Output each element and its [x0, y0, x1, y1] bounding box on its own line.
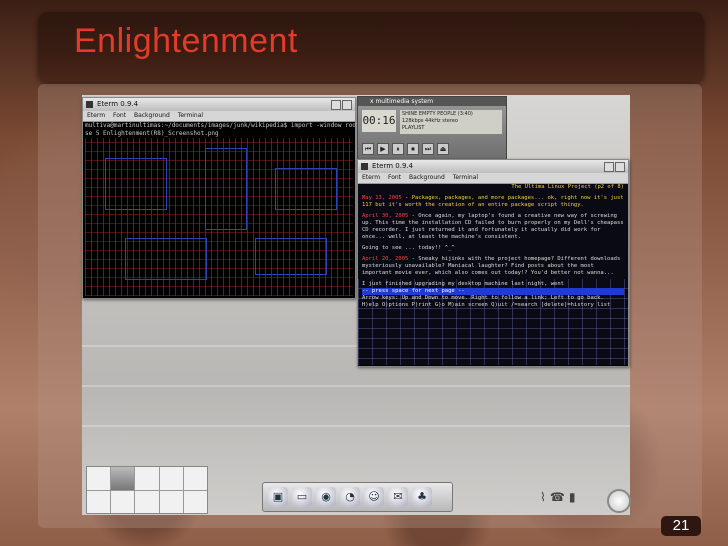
clock-icon[interactable]	[607, 489, 631, 513]
pager-desk[interactable]	[159, 467, 183, 490]
terminal-line: se 5 Enlightenment(R8)_Screenshot.png	[85, 130, 219, 137]
pager-desk[interactable]	[87, 490, 111, 513]
news-entry: May 13, 2005 - Packages, packages, and m…	[362, 195, 624, 208]
desktop-pager	[86, 466, 208, 514]
menu-terminal[interactable]: Terminal	[453, 174, 478, 181]
pager-desk[interactable]	[183, 467, 207, 490]
minimize-button[interactable]	[604, 162, 614, 172]
menu-background[interactable]: Background	[134, 112, 170, 119]
gnome-icon[interactable]: ♣	[412, 487, 432, 507]
entry-text: I just finished upgrading my desktop mac…	[362, 281, 564, 287]
xmms-player[interactable]: x multimedia system 00:16 SHINE EMPTY PE…	[357, 96, 507, 160]
xmms-title: x multimedia system	[358, 97, 506, 106]
xmms-controls: ⏮ ▶ ⏸ ⏹ ⏭ ⏏	[362, 143, 502, 155]
launcher-bar: ▣ ▭ ◉ ◔ ☺ ✉ ♣	[262, 482, 453, 512]
pager-desk[interactable]	[87, 467, 111, 490]
eterm1-titlebar[interactable]: Eterm 0.9.4	[83, 98, 355, 111]
terminal-line: multiva@martinultimas:~/documents/images…	[85, 122, 378, 129]
pager-desk[interactable]	[135, 490, 159, 513]
previous-button[interactable]: ⏮	[362, 143, 374, 155]
news-entry: I just finished upgrading my desktop mac…	[362, 281, 624, 288]
stop-button[interactable]: ⏹	[407, 143, 419, 155]
xmms-track-info: SHINE EMPTY PEOPLE (3:40) 128kbps 44kHz …	[400, 110, 502, 134]
pause-button[interactable]: ⏸	[392, 143, 404, 155]
news-entry: April 20, 2005 - Sneaky hijinks with the…	[362, 256, 621, 276]
eject-button[interactable]: ⏏	[437, 143, 449, 155]
xmms-time-display: 00:16	[362, 110, 396, 132]
circuit-block	[205, 148, 247, 230]
help-line: Arrow keys: Up and Down to move. Right t…	[362, 295, 604, 301]
close-button[interactable]	[615, 162, 625, 172]
help-line: H)elp O)ptions P)rint G)o M)ain screen Q…	[362, 302, 611, 308]
track-bitrate: 128kbps 44kHz stereo	[402, 118, 458, 124]
pager-prompt: -- press space for next page --	[362, 288, 624, 295]
pager-desk[interactable]	[159, 490, 183, 513]
news-entry: April 30, 2005 - Once again, my laptop's…	[362, 213, 624, 240]
clock-icon[interactable]: ◔	[340, 487, 360, 507]
pager-desk[interactable]	[111, 490, 135, 513]
next-button[interactable]: ⏭	[422, 143, 434, 155]
pager-desk[interactable]	[183, 490, 207, 513]
circuit-block	[105, 158, 167, 210]
circuit-diagram-image	[85, 138, 353, 296]
entry-date[interactable]: April 30, 2005	[362, 213, 408, 219]
eterm1-menubar: Eterm Font Background Terminal	[83, 111, 355, 122]
lynx-browser[interactable]: The Ultima Linux Project (p2 of 8) May 1…	[358, 184, 628, 365]
minimize-button[interactable]	[331, 100, 341, 110]
eterm2-title: Eterm 0.9.4	[372, 162, 414, 170]
menu-font[interactable]: Font	[113, 112, 126, 119]
drive-icon[interactable]: ▭	[292, 487, 312, 507]
page-header: The Ultima Linux Project (p2 of 8)	[511, 184, 624, 190]
play-button[interactable]: ▶	[377, 143, 389, 155]
entry-text: Going to see ... today!! ^_^	[362, 245, 455, 251]
close-button[interactable]	[342, 100, 352, 110]
circuit-block	[255, 238, 327, 275]
menu-eterm[interactable]: Eterm	[362, 174, 380, 181]
eterm-window-2[interactable]: Eterm 0.9.4 Eterm Font Background Termin…	[357, 159, 629, 367]
desktop-streak	[82, 385, 630, 387]
slide-title: Enlightenment	[74, 22, 298, 60]
globe-icon[interactable]: ◉	[316, 487, 336, 507]
eterm1-title: Eterm 0.9.4	[97, 100, 139, 108]
menu-eterm[interactable]: Eterm	[87, 112, 105, 119]
desktop-streak	[82, 425, 630, 427]
lynx-content: The Ultima Linux Project (p2 of 8) May 1…	[358, 184, 628, 309]
menu-font[interactable]: Font	[388, 174, 401, 181]
terminal-icon	[86, 101, 93, 108]
phone-icon[interactable]: ☎	[550, 490, 565, 504]
slide-page-number: 21	[661, 516, 701, 536]
circuit-block	[275, 168, 337, 210]
track-title: SHINE EMPTY PEOPLE (3:40)	[402, 111, 473, 117]
news-entry: Going to see ... today!! ^_^	[362, 245, 624, 252]
chat-icon[interactable]: ☺	[364, 487, 384, 507]
terminal-icon[interactable]: ▣	[268, 487, 288, 507]
eterm-window-1[interactable]: Eterm 0.9.4 Eterm Font Background Termin…	[82, 97, 378, 299]
entry-text: Packages, packages, and more packages...…	[362, 195, 624, 208]
entry-date[interactable]: May 13, 2005	[362, 195, 402, 201]
eterm2-titlebar[interactable]: Eterm 0.9.4	[358, 160, 628, 173]
pager-desk[interactable]	[135, 467, 159, 490]
eterm2-menubar: Eterm Font Background Terminal	[358, 173, 628, 184]
trash-icon[interactable]: ▮	[569, 490, 576, 504]
antenna-icon[interactable]: ⌇	[540, 490, 546, 504]
terminal-icon	[361, 163, 368, 170]
menu-background[interactable]: Background	[409, 174, 445, 181]
track-playlist: PLAYLIST	[402, 125, 425, 131]
circuit-block	[125, 238, 207, 280]
entry-date[interactable]: April 20, 2005	[362, 256, 408, 262]
pager-desk-active[interactable]	[111, 467, 135, 490]
menu-terminal[interactable]: Terminal	[178, 112, 203, 119]
fish-icon[interactable]: ✉	[388, 487, 408, 507]
